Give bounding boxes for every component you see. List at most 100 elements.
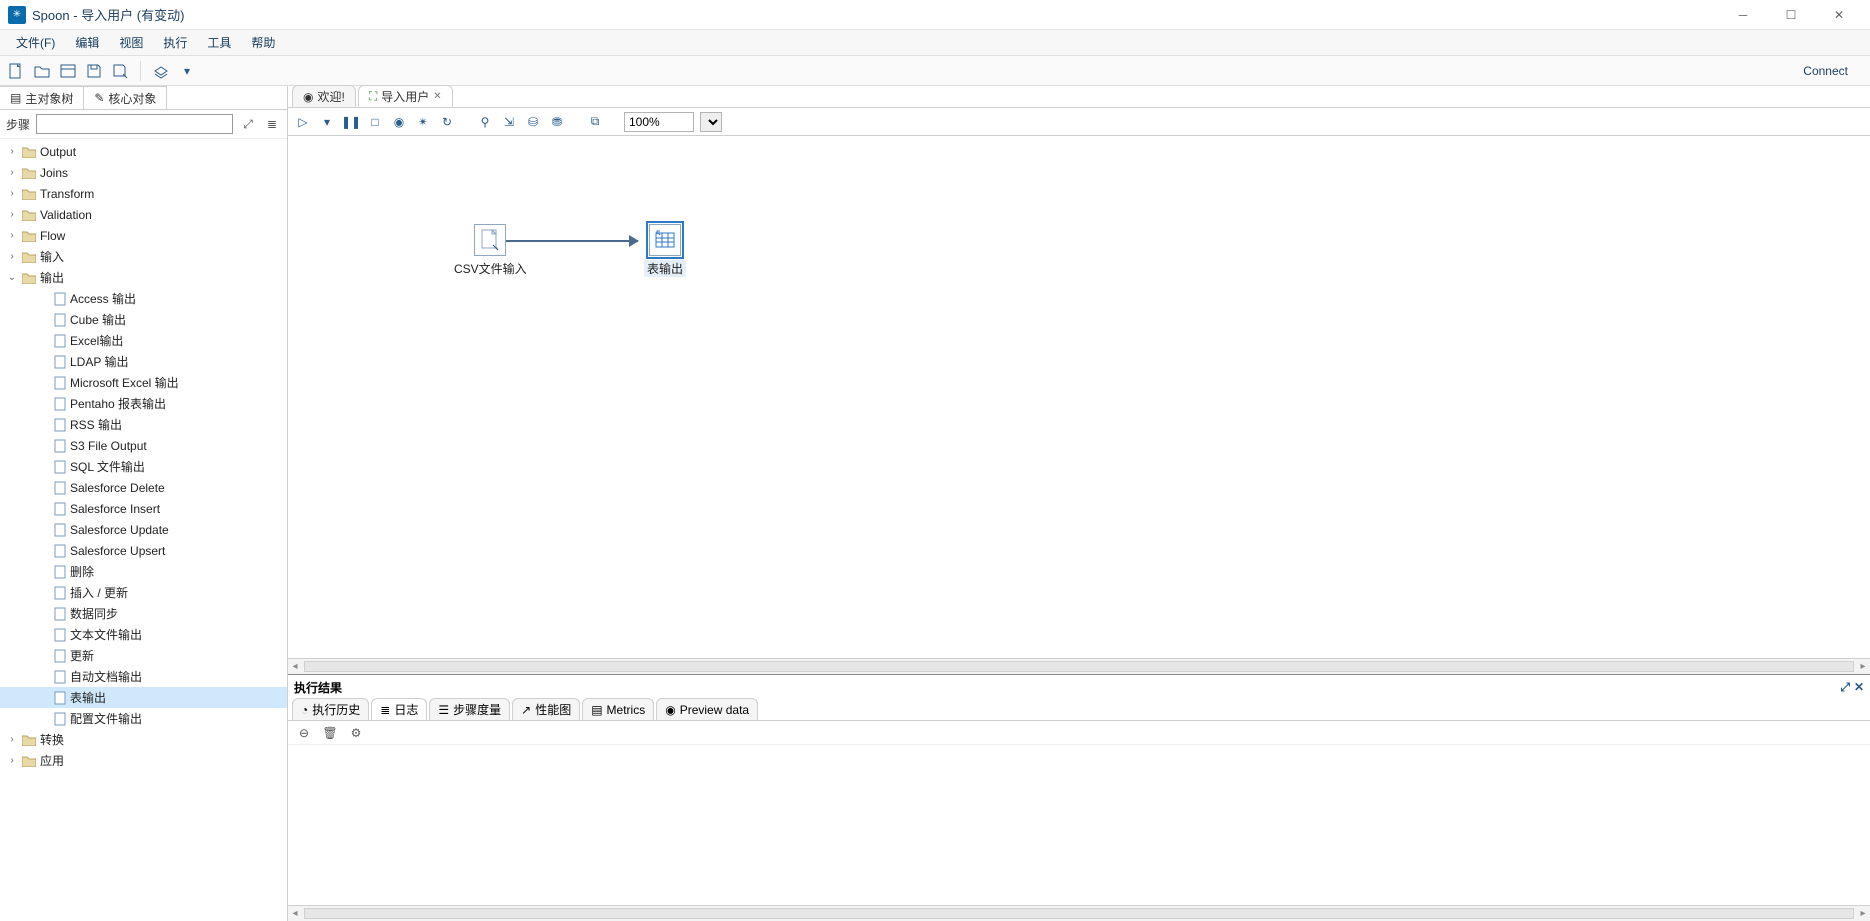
sidebar-tab-core[interactable]: ✎ 核心对象 bbox=[84, 86, 167, 109]
node-table-output[interactable]: 表输出 bbox=[644, 224, 686, 277]
tree-item-joins[interactable]: ›Joins bbox=[0, 162, 287, 183]
tree-item-output-child[interactable]: Salesforce Update bbox=[0, 519, 287, 540]
steps-tree[interactable]: ›Output›Joins›Transform›Validation›Flow›… bbox=[0, 139, 287, 921]
preview-icon[interactable]: ◉ bbox=[390, 113, 408, 131]
close-window-button[interactable]: ✕ bbox=[1816, 1, 1862, 29]
log-trash-icon[interactable]: 🗑 bbox=[322, 725, 338, 741]
expand-all-icon[interactable]: ⤢ bbox=[239, 115, 257, 133]
results-scroll-thumb[interactable] bbox=[304, 908, 1854, 919]
tree-item-output-child[interactable]: 自动文档输出 bbox=[0, 666, 287, 687]
tree-item-validation[interactable]: ›Validation bbox=[0, 204, 287, 225]
rtab-perf[interactable]: ↗性能图 bbox=[512, 698, 580, 720]
menu-view[interactable]: 视图 bbox=[109, 31, 153, 54]
new-file-icon[interactable] bbox=[6, 61, 26, 81]
tab-transform[interactable]: ⛶ 导入用户 ✕ bbox=[358, 85, 453, 107]
open-file-icon[interactable] bbox=[32, 61, 52, 81]
twisty-icon[interactable]: › bbox=[6, 230, 18, 241]
tab-close-icon[interactable]: ✕ bbox=[433, 91, 441, 102]
twisty-icon[interactable]: › bbox=[6, 167, 18, 178]
twisty-icon[interactable]: › bbox=[6, 188, 18, 199]
results-hscroll[interactable]: ◂ ▸ bbox=[288, 905, 1870, 921]
show-results-icon[interactable]: ⧉ bbox=[586, 113, 604, 131]
tree-item-output-child[interactable]: 表输出 bbox=[0, 687, 287, 708]
sidebar-tab-tree[interactable]: ▤ 主对象树 bbox=[0, 86, 84, 109]
scroll-thumb[interactable] bbox=[304, 661, 1854, 672]
menu-run[interactable]: 执行 bbox=[153, 31, 197, 54]
perspective-icon[interactable] bbox=[151, 61, 171, 81]
rtab-metrics[interactable]: ▤Metrics bbox=[582, 698, 654, 720]
results-scroll-left-icon[interactable]: ◂ bbox=[288, 908, 302, 919]
results-maximize-icon[interactable]: ⤢ bbox=[1840, 680, 1850, 695]
tab-welcome[interactable]: ◉ 欢迎! bbox=[292, 85, 356, 107]
run-options-dropdown-icon[interactable]: ▾ bbox=[318, 113, 336, 131]
sql-icon[interactable]: ⛁ bbox=[524, 113, 542, 131]
collapse-all-icon[interactable]: ≣ bbox=[263, 115, 281, 133]
rtab-history[interactable]: ◔执行历史 bbox=[292, 698, 369, 720]
menu-edit[interactable]: 编辑 bbox=[65, 31, 109, 54]
log-settings-icon[interactable]: ⚙ bbox=[348, 725, 364, 741]
tree-item-output-child[interactable]: 删除 bbox=[0, 561, 287, 582]
explore-repo-icon[interactable] bbox=[58, 61, 78, 81]
perspective-dropdown-icon[interactable]: ▾ bbox=[177, 61, 197, 81]
results-close-icon[interactable]: ✕ bbox=[1854, 680, 1864, 695]
rtab-log[interactable]: ≣日志 bbox=[371, 698, 427, 720]
run-icon[interactable]: ▷ bbox=[294, 113, 312, 131]
log-clear-icon[interactable]: ⊖ bbox=[296, 725, 312, 741]
tree-item-output-child[interactable]: S3 File Output bbox=[0, 435, 287, 456]
rtab-preview[interactable]: ◉Preview data bbox=[656, 698, 758, 720]
verify-icon[interactable]: ⚲ bbox=[476, 113, 494, 131]
explore-db-icon[interactable]: ⛃ bbox=[548, 113, 566, 131]
minimize-button[interactable]: ─ bbox=[1720, 1, 1766, 29]
tree-item-转换[interactable]: ›转换 bbox=[0, 729, 287, 750]
results-scroll-right-icon[interactable]: ▸ bbox=[1856, 908, 1870, 919]
tree-item-output-child[interactable]: Excel输出 bbox=[0, 330, 287, 351]
tree-item-output-child[interactable]: RSS 输出 bbox=[0, 414, 287, 435]
connect-link[interactable]: Connect bbox=[1803, 64, 1864, 78]
twisty-icon[interactable]: ⌄ bbox=[6, 272, 18, 283]
twisty-icon[interactable]: › bbox=[6, 146, 18, 157]
tree-item-output-child[interactable]: 更新 bbox=[0, 645, 287, 666]
tree-item-output-child[interactable]: SQL 文件输出 bbox=[0, 456, 287, 477]
save-as-icon[interactable] bbox=[110, 61, 130, 81]
zoom-dropdown[interactable] bbox=[700, 112, 722, 132]
tree-item-应用[interactable]: ›应用 bbox=[0, 750, 287, 771]
rtab-step-metrics[interactable]: ☰步骤度量 bbox=[429, 698, 510, 720]
node-csv-input[interactable]: CSV文件输入 bbox=[454, 224, 527, 277]
canvas[interactable]: CSV文件输入 表输出 bbox=[288, 136, 1870, 658]
steps-filter-input[interactable] bbox=[36, 114, 233, 134]
scroll-left-icon[interactable]: ◂ bbox=[288, 661, 302, 672]
tree-item-output-child[interactable]: LDAP 输出 bbox=[0, 351, 287, 372]
maximize-button[interactable]: ☐ bbox=[1768, 1, 1814, 29]
twisty-icon[interactable]: › bbox=[6, 251, 18, 262]
twisty-icon[interactable]: › bbox=[6, 755, 18, 766]
tree-item-output-child[interactable]: 配置文件输出 bbox=[0, 708, 287, 729]
tree-item-output-child[interactable]: Salesforce Insert bbox=[0, 498, 287, 519]
results-log-body[interactable] bbox=[288, 745, 1870, 905]
menu-help[interactable]: 帮助 bbox=[241, 31, 285, 54]
tree-item-output-child[interactable]: Salesforce Delete bbox=[0, 477, 287, 498]
stop-icon[interactable]: □ bbox=[366, 113, 384, 131]
pause-icon[interactable]: ❚❚ bbox=[342, 113, 360, 131]
tree-item-output[interactable]: ›Output bbox=[0, 141, 287, 162]
scroll-right-icon[interactable]: ▸ bbox=[1856, 661, 1870, 672]
tree-item-transform[interactable]: ›Transform bbox=[0, 183, 287, 204]
menu-file[interactable]: 文件(F) bbox=[6, 31, 65, 54]
tree-item-output-child[interactable]: Pentaho 报表输出 bbox=[0, 393, 287, 414]
menu-tools[interactable]: 工具 bbox=[197, 31, 241, 54]
tree-item-output-child[interactable]: Access 输出 bbox=[0, 288, 287, 309]
zoom-input[interactable] bbox=[624, 112, 694, 132]
tree-item-output-group[interactable]: ⌄输出 bbox=[0, 267, 287, 288]
tree-item-输入[interactable]: ›输入 bbox=[0, 246, 287, 267]
debug-icon[interactable]: ✴ bbox=[414, 113, 432, 131]
tree-item-flow[interactable]: ›Flow bbox=[0, 225, 287, 246]
tree-item-output-child[interactable]: 插入 / 更新 bbox=[0, 582, 287, 603]
tree-item-output-child[interactable]: Salesforce Upsert bbox=[0, 540, 287, 561]
tree-item-output-child[interactable]: Microsoft Excel 输出 bbox=[0, 372, 287, 393]
twisty-icon[interactable]: › bbox=[6, 209, 18, 220]
tree-item-output-child[interactable]: 文本文件输出 bbox=[0, 624, 287, 645]
canvas-hscroll[interactable]: ◂ ▸ bbox=[288, 658, 1870, 674]
impact-icon[interactable]: ⇲ bbox=[500, 113, 518, 131]
tree-item-output-child[interactable]: 数据同步 bbox=[0, 603, 287, 624]
save-icon[interactable] bbox=[84, 61, 104, 81]
twisty-icon[interactable]: › bbox=[6, 734, 18, 745]
